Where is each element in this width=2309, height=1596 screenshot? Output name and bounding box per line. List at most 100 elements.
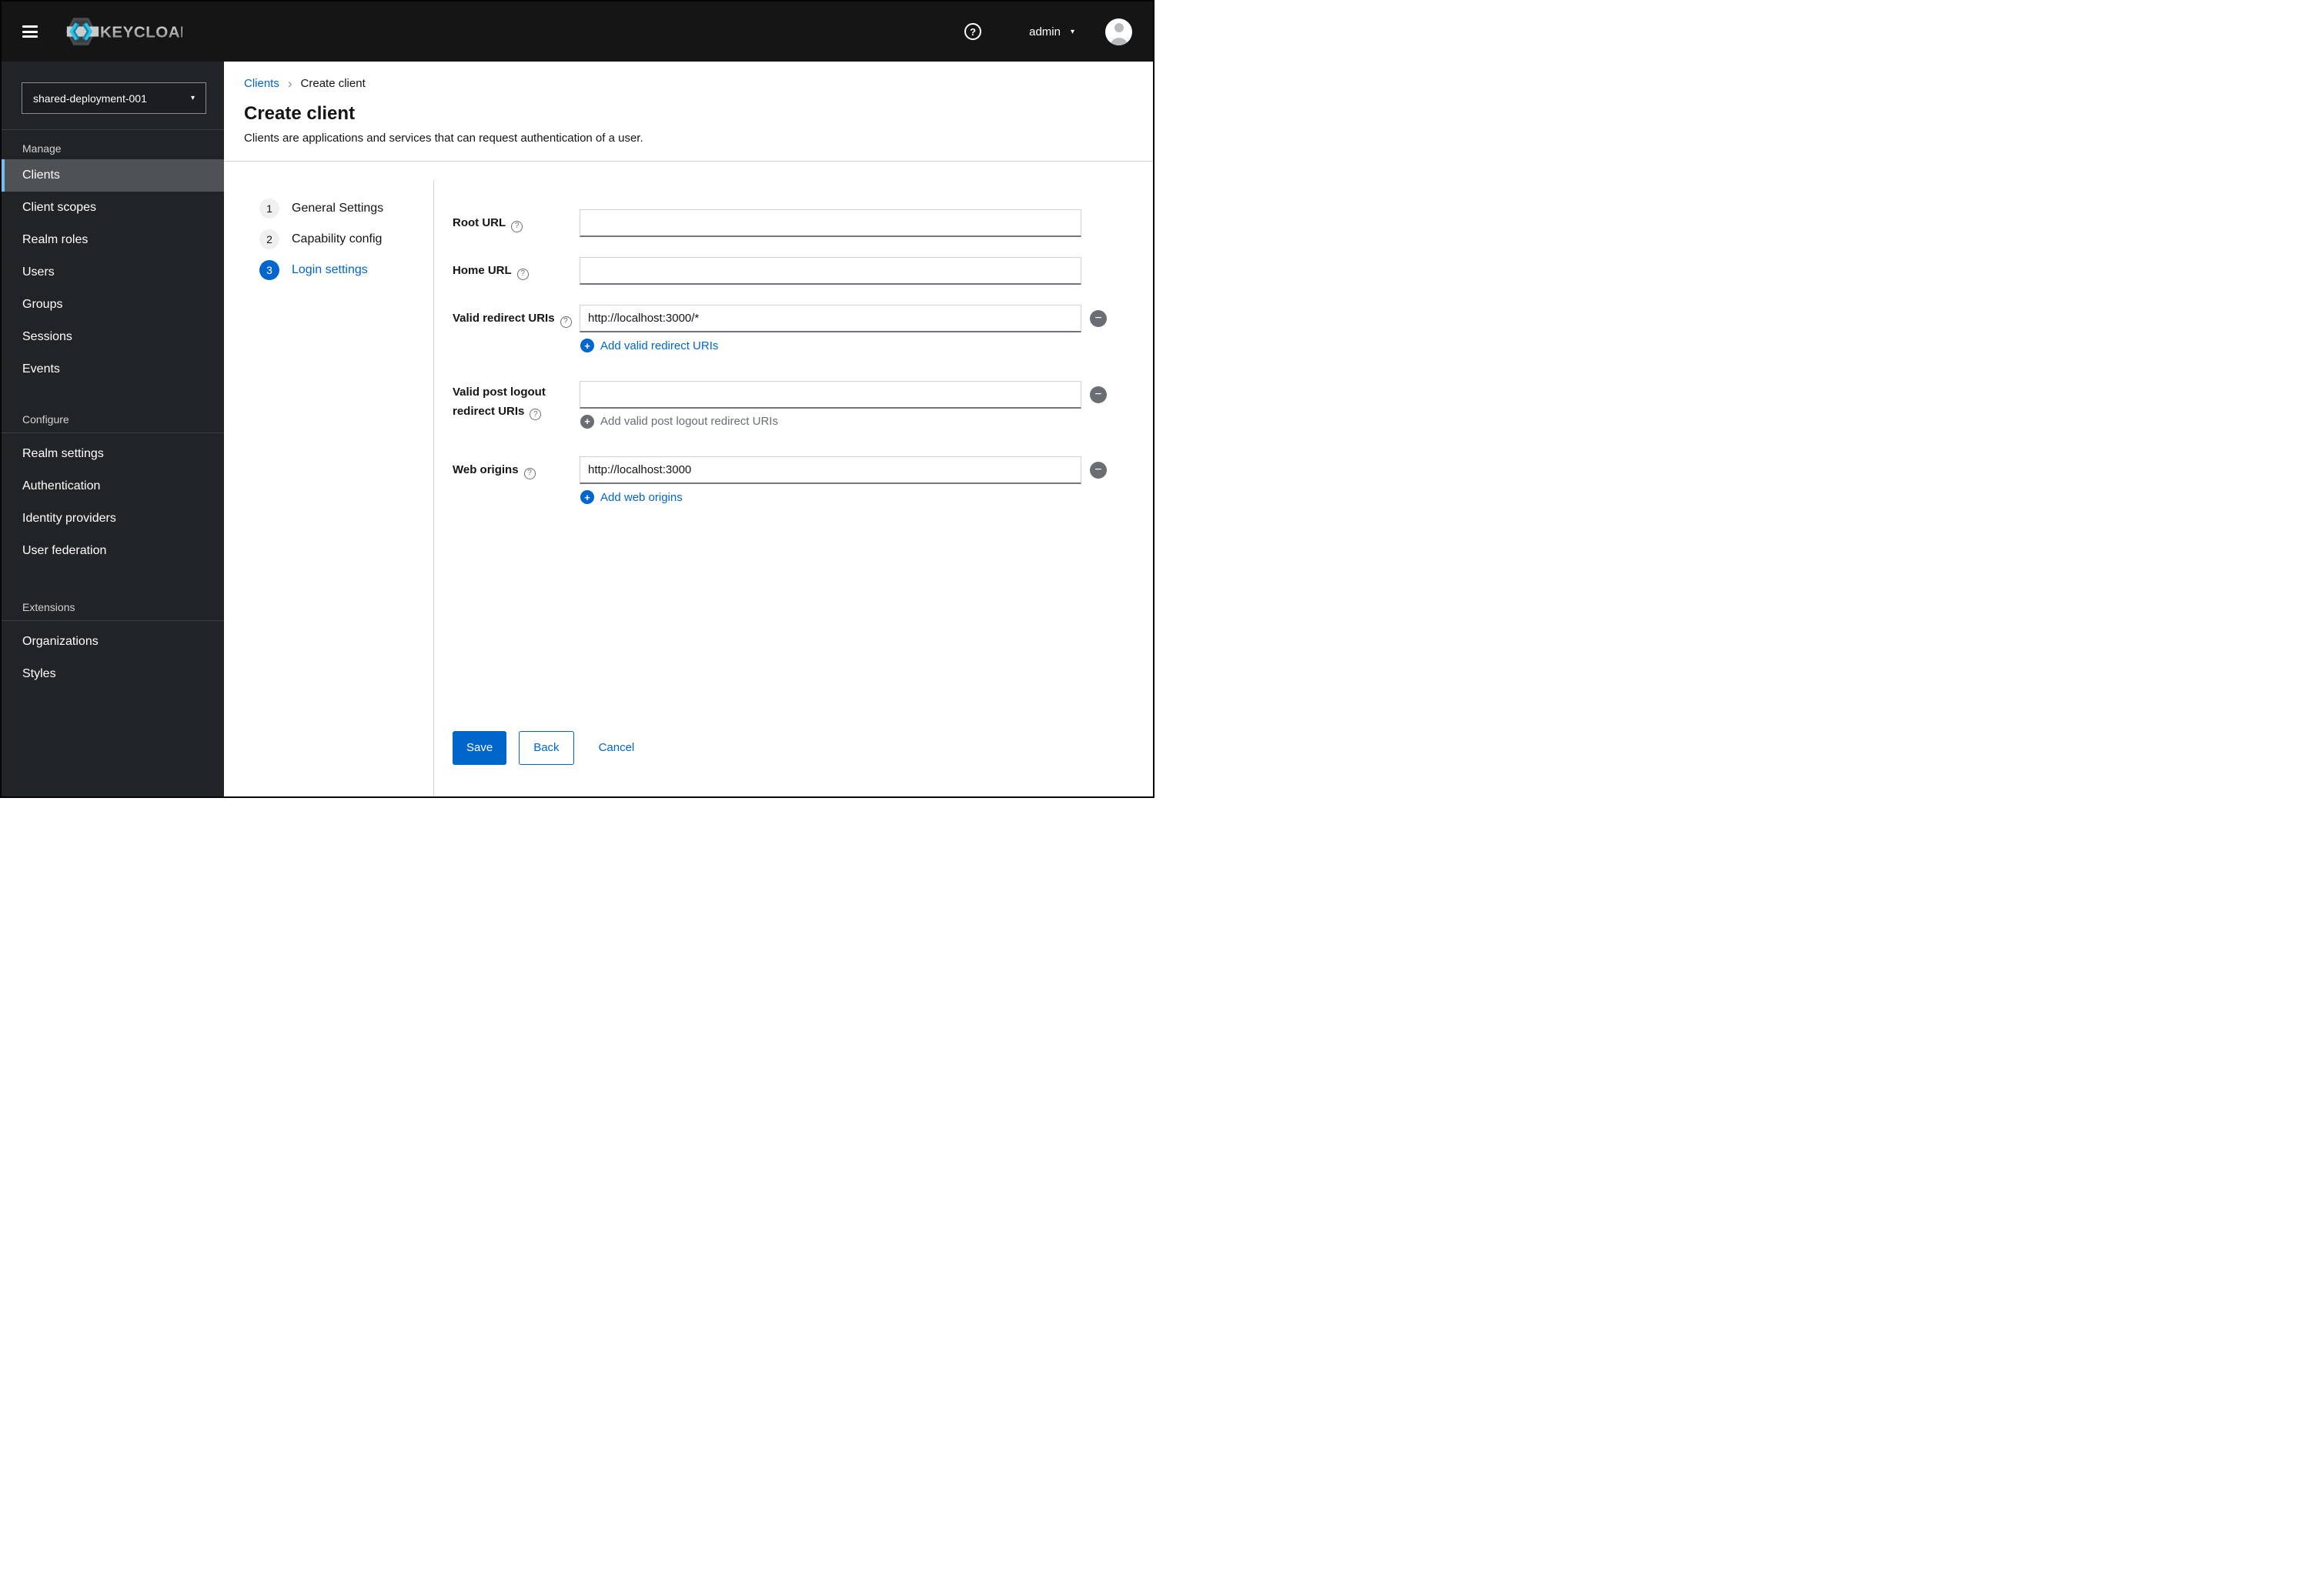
hamburger-icon xyxy=(22,35,38,38)
cancel-button[interactable]: Cancel xyxy=(599,731,635,765)
form-row-post-logout-redirect-uris: Valid post logout redirect URIs? − + Add… xyxy=(453,380,1107,429)
home-url-field xyxy=(580,257,1107,285)
breadcrumb-separator-icon: › xyxy=(287,76,292,91)
plus-icon: + xyxy=(580,414,594,429)
hamburger-icon xyxy=(22,25,38,28)
breadcrumb-current: Create client xyxy=(300,77,366,90)
minus-icon: − xyxy=(1094,312,1102,325)
valid-redirect-uris-label: Valid redirect URIs? xyxy=(453,305,580,353)
sidebar: shared-deployment-001 ▾ Manage Clients C… xyxy=(2,62,224,796)
realm-selector[interactable]: shared-deployment-001 ▾ xyxy=(22,82,206,114)
add-valid-redirect-uri-button[interactable]: + Add valid redirect URIs xyxy=(580,339,718,352)
valid-redirect-uri-input[interactable] xyxy=(580,305,1081,332)
breadcrumb-clients-link[interactable]: Clients xyxy=(244,77,279,90)
wizard-step-login-settings[interactable]: 3 Login settings xyxy=(259,260,433,280)
post-logout-redirect-uri-input[interactable] xyxy=(580,380,1081,409)
home-url-input[interactable] xyxy=(580,257,1081,285)
help-icon[interactable]: ? xyxy=(964,23,982,40)
form-row-valid-redirect-uris: Valid redirect URIs? − + Add valid redir… xyxy=(453,305,1107,353)
avatar-head xyxy=(1114,22,1124,32)
sidebar-item-sessions[interactable]: Sessions xyxy=(2,321,224,353)
sidebar-item-groups[interactable]: Groups xyxy=(2,289,224,321)
user-menu[interactable]: admin ▾ xyxy=(1029,25,1074,38)
post-logout-redirect-uris-label: Valid post logout redirect URIs? xyxy=(453,385,546,420)
breadcrumb: Clients › Create client xyxy=(244,77,1153,90)
root-url-input[interactable] xyxy=(580,209,1081,237)
minus-icon: − xyxy=(1094,463,1102,476)
help-icon[interactable]: ? xyxy=(530,408,542,420)
page-title: Create client xyxy=(244,103,356,124)
sidebar-item-users[interactable]: Users xyxy=(2,256,224,289)
create-client-wizard: 1 General Settings 2 Capability config 3… xyxy=(224,162,1153,796)
back-button[interactable]: Back xyxy=(519,730,574,765)
nav-divider xyxy=(2,432,224,433)
page-subtitle: Clients are applications and services th… xyxy=(244,132,643,145)
masthead-actions: ? admin ▾ xyxy=(964,18,1132,45)
sidebar-item-user-federation[interactable]: User federation xyxy=(2,535,224,567)
add-web-origin-button[interactable]: + Add web origins xyxy=(580,490,683,504)
realm-name: shared-deployment-001 xyxy=(33,92,147,105)
app-body: shared-deployment-001 ▾ Manage Clients C… xyxy=(2,62,1153,796)
web-origin-input[interactable] xyxy=(580,456,1081,484)
login-settings-form: Root URL? Home URL? Valid redirect URIs … xyxy=(434,162,1153,796)
web-origins-label: Web origins? xyxy=(453,456,580,505)
sidebar-item-realm-roles[interactable]: Realm roles xyxy=(2,224,224,256)
step-label: Capability config xyxy=(292,232,383,245)
web-origins-field: − + Add web origins xyxy=(580,456,1107,505)
nav-list-configure: Realm settings Authentication Identity p… xyxy=(2,438,224,567)
chevron-down-icon: ▾ xyxy=(1070,27,1074,36)
wizard-actions: Save Back Cancel xyxy=(453,730,1107,765)
brand-text: KEYCLOAK xyxy=(100,24,182,42)
help-icon[interactable]: ? xyxy=(511,220,523,232)
save-button[interactable]: Save xyxy=(453,730,507,765)
plus-icon: + xyxy=(580,339,594,352)
remove-post-logout-uri-button[interactable]: − xyxy=(1090,386,1107,403)
wizard-steps-nav: 1 General Settings 2 Capability config 3… xyxy=(224,162,433,796)
root-url-field xyxy=(580,209,1107,237)
sidebar-item-realm-settings[interactable]: Realm settings xyxy=(2,438,224,470)
sidebar-item-events[interactable]: Events xyxy=(2,353,224,386)
nav-section-extensions: Extensions xyxy=(22,601,75,613)
keycloak-logo-icon: KEYCLOAK xyxy=(65,18,182,45)
avatar[interactable] xyxy=(1105,18,1132,45)
sidebar-item-clients[interactable]: Clients xyxy=(2,159,224,192)
step-number-badge: 2 xyxy=(259,229,279,249)
form-row-home-url: Home URL? xyxy=(453,257,1107,285)
main-content: Clients › Create client Create client Cl… xyxy=(224,62,1153,796)
nav-list-manage: Clients Client scopes Realm roles Users … xyxy=(2,159,224,386)
nav-list-extensions: Organizations Styles xyxy=(2,626,224,690)
avatar-shoulders xyxy=(1109,37,1128,45)
form-row-web-origins: Web origins? − + Add web origins xyxy=(453,456,1107,505)
sidebar-item-identity-providers[interactable]: Identity providers xyxy=(2,503,224,535)
keycloak-admin-console: KEYCLOAK ? admin ▾ shared-deployment-001 xyxy=(0,0,1154,798)
root-url-label: Root URL? xyxy=(453,209,580,237)
sidebar-item-styles[interactable]: Styles xyxy=(2,658,224,690)
masthead: KEYCLOAK ? admin ▾ xyxy=(2,2,1153,62)
keycloak-logo: KEYCLOAK xyxy=(65,17,182,46)
post-logout-redirect-uris-field: − + Add valid post logout redirect URIs xyxy=(580,380,1107,429)
sidebar-item-organizations[interactable]: Organizations xyxy=(2,626,224,658)
add-post-logout-uri-button[interactable]: + Add valid post logout redirect URIs xyxy=(580,414,778,429)
help-icon[interactable]: ? xyxy=(560,316,572,328)
remove-redirect-uri-button[interactable]: − xyxy=(1090,310,1107,327)
step-label: Login settings xyxy=(292,263,368,276)
nav-toggle-button[interactable] xyxy=(22,25,38,38)
username: admin xyxy=(1029,25,1061,38)
nav-section-manage: Manage xyxy=(22,142,62,155)
plus-icon: + xyxy=(580,490,594,504)
home-url-label: Home URL? xyxy=(453,257,580,285)
hamburger-icon xyxy=(22,30,38,33)
sidebar-item-authentication[interactable]: Authentication xyxy=(2,470,224,503)
nav-divider xyxy=(2,620,224,621)
sidebar-item-client-scopes[interactable]: Client scopes xyxy=(2,192,224,224)
remove-web-origin-button[interactable]: − xyxy=(1090,462,1107,479)
realm-selector-area: shared-deployment-001 ▾ xyxy=(2,62,224,130)
nav-section-configure: Configure xyxy=(22,413,69,426)
help-icon[interactable]: ? xyxy=(516,268,529,280)
step-label: General Settings xyxy=(292,202,384,215)
wizard-step-general-settings[interactable]: 1 General Settings xyxy=(259,199,433,219)
step-number-badge: 1 xyxy=(259,199,279,219)
sidebar-nav: Manage Clients Client scopes Realm roles… xyxy=(2,142,224,690)
wizard-step-capability-config[interactable]: 2 Capability config xyxy=(259,229,433,249)
help-icon[interactable]: ? xyxy=(523,467,536,479)
